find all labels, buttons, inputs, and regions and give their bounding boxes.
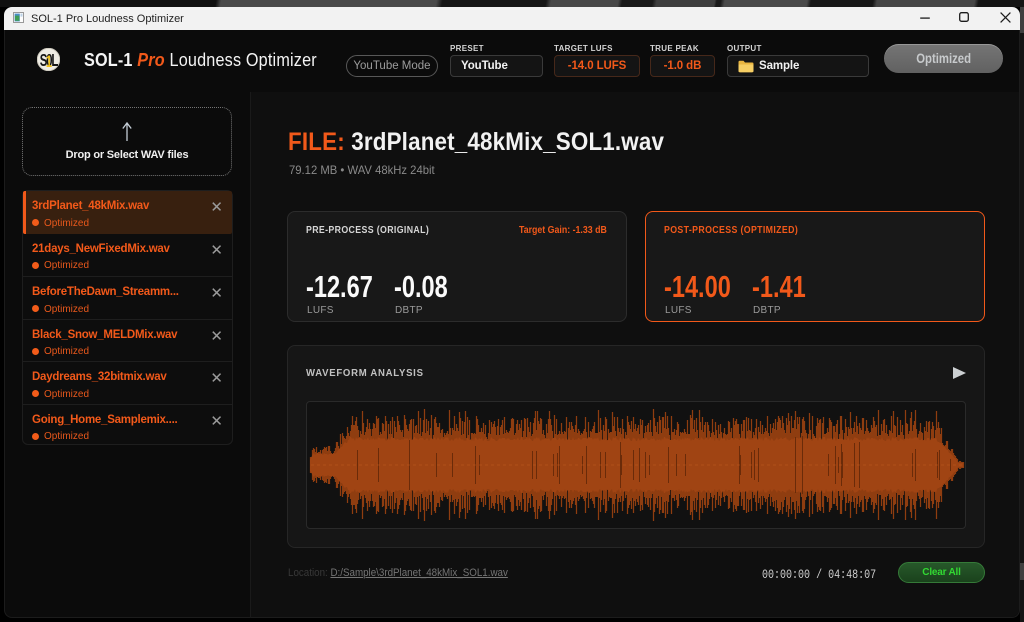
svg-text:1: 1 (46, 52, 52, 71)
